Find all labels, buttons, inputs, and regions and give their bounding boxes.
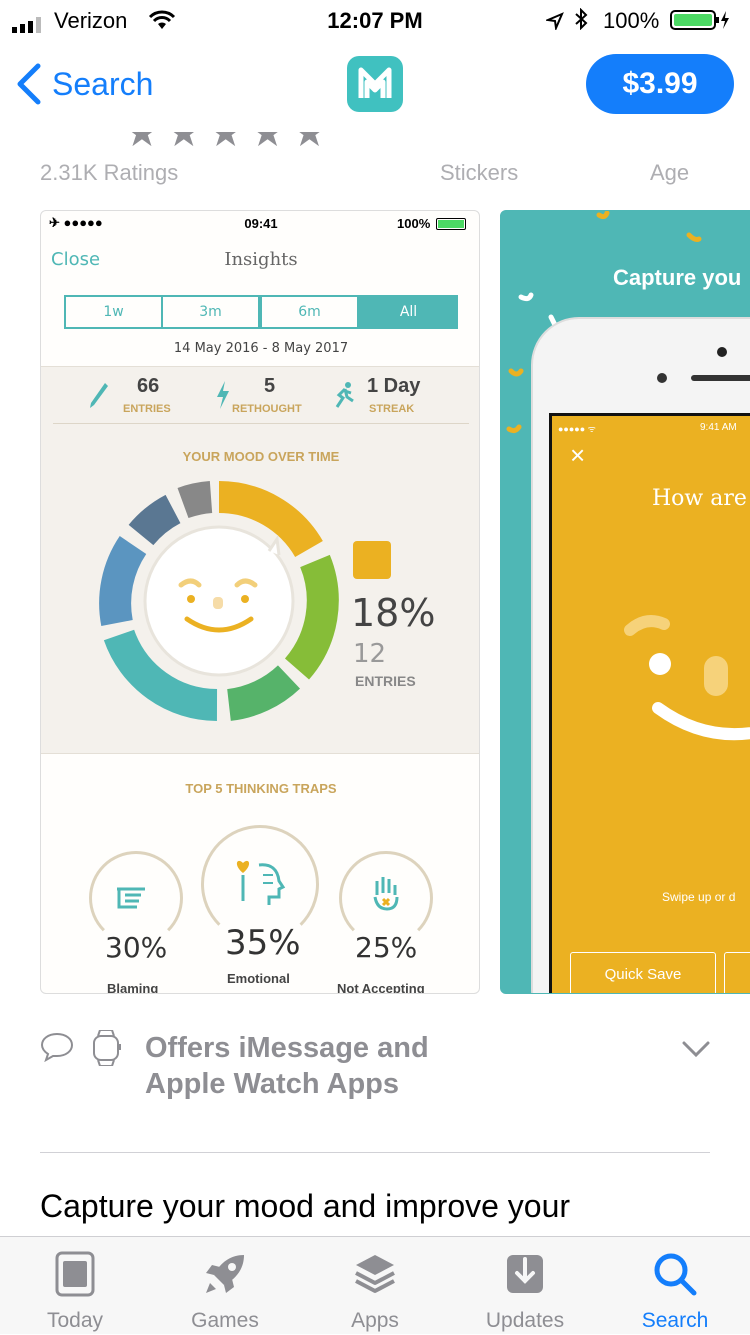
trap-emotional: 35% Emotional — [201, 825, 321, 993]
trap-percent: 35% — [225, 923, 301, 963]
phone-camera-dot — [717, 347, 727, 357]
search-icon — [654, 1253, 697, 1296]
stickers-label: Stickers — [440, 160, 519, 185]
mood-percent: 18% — [351, 591, 436, 635]
phone-speaker — [691, 375, 750, 381]
pointing-hand-icon — [115, 881, 155, 916]
date-range: 14 May 2016 - 8 May 2017 — [173, 341, 349, 356]
entries-count: 66 — [137, 375, 160, 397]
swipe-hint: Swipe up or d — [662, 890, 736, 904]
phone-signal: ●●●●● ᯤ — [558, 424, 596, 434]
mood-entries-label: ENTRIES — [355, 673, 416, 689]
today-icon — [55, 1251, 95, 1297]
raised-hand-icon — [371, 873, 401, 918]
age-label: Age — [650, 160, 690, 185]
phone-time: 9:41 AM — [700, 422, 737, 433]
trap-label: Blaming — [107, 981, 159, 994]
tab-games[interactable]: Games — [150, 1237, 300, 1335]
trap-percent: 25% — [355, 931, 418, 964]
layers-icon — [355, 1255, 395, 1293]
nav-bar: Search $3.99 — [0, 40, 750, 132]
screenshot-capture[interactable]: Capture you ●●●●● ᯤ 9:41 AM × How are y … — [500, 210, 750, 994]
status-bar: Verizon 12:07 PM 100% — [0, 0, 750, 40]
insights-title: Insights — [224, 249, 298, 270]
trap-blaming: 30% Blaming — [89, 851, 185, 994]
quick-save-button: Quick Save — [570, 952, 716, 993]
app-detail-content: 4.7 ★★★★★ 2.31K Ratings 22 Stickers 12+ … — [0, 100, 750, 1236]
tab-label: Today — [46, 1309, 104, 1332]
tab-updates[interactable]: Updates — [450, 1237, 600, 1335]
streak-label: STREAK — [369, 403, 415, 415]
back-label: Search — [52, 66, 154, 102]
segment-3m: 3m — [161, 295, 260, 329]
traps-title: TOP 5 THINKING TRAPS — [185, 781, 337, 796]
mood-title: YOUR MOOD OVER TIME — [182, 449, 340, 464]
rocket-icon — [206, 1255, 244, 1293]
tab-today[interactable]: Today — [0, 1237, 150, 1335]
mood-legend-swatch — [353, 541, 391, 579]
streak-count: 1 Day — [367, 375, 421, 397]
divider — [53, 423, 469, 424]
smiley-face-icon — [624, 615, 750, 741]
battery-percent: 100% — [603, 8, 660, 33]
apple-watch-icon — [93, 1030, 121, 1066]
rethought-label: RETHOUGHT — [232, 403, 302, 415]
battery-icon — [670, 9, 730, 37]
download-tray-icon — [507, 1255, 543, 1293]
trap-label: Emotional — [227, 971, 290, 986]
trap-label: Not Accepting — [337, 981, 425, 994]
mood-entries-count: 12 — [353, 639, 387, 669]
entries-label: ENTRIES — [123, 403, 171, 415]
chevron-down-icon[interactable] — [682, 1040, 710, 1058]
screenshot-insights[interactable]: ✈ ●●●●● 09:41 100% Close Insights 1w 3m … — [40, 210, 480, 994]
tab-label: Search — [641, 1309, 709, 1332]
tab-bar: Today Games Apps Updates Search — [0, 1236, 750, 1334]
lightning-icon — [215, 381, 231, 414]
rethought-count: 5 — [264, 375, 276, 397]
heart-head-icon — [233, 855, 289, 916]
phone-question: How are y — [652, 486, 750, 511]
rating-count: 2.31K Ratings — [40, 160, 179, 185]
runner-icon — [333, 381, 355, 414]
phone-close-icon: × — [570, 440, 586, 470]
mock-status-bar: ✈ ●●●●● 09:41 100% — [41, 211, 479, 237]
speech-bubble-icon — [40, 1032, 74, 1062]
trap-percent: 30% — [105, 931, 168, 964]
phone-camera — [657, 373, 667, 383]
tab-apps[interactable]: Apps — [300, 1237, 450, 1335]
segment-1w: 1w — [64, 295, 163, 329]
buy-button[interactable]: $3.99 — [586, 54, 734, 114]
tab-label: Apps — [351, 1309, 399, 1332]
tab-search[interactable]: Search — [600, 1237, 750, 1335]
section-divider — [40, 1152, 710, 1153]
pencil-icon — [87, 381, 109, 414]
capture-headline: Capture you — [613, 265, 742, 290]
mood-donut-chart — [99, 481, 339, 721]
mock-battery-icon — [436, 218, 466, 230]
mock-status-battery: 100% — [397, 216, 431, 231]
imessage-text-line1: Offers iMessage and — [145, 1032, 429, 1064]
app-icon — [347, 56, 403, 112]
description-text: Capture your mood and improve your — [40, 1188, 571, 1224]
secondary-button — [724, 952, 750, 993]
stats-panel: 66 ENTRIES 5 RETHOUGHT 1 Day STREAK YOUR… — [41, 366, 479, 754]
imessage-text-line2: Apple Watch Apps — [145, 1068, 400, 1100]
chevron-left-icon — [17, 63, 41, 105]
phone-mockup: ●●●●● ᯤ 9:41 AM × How are y Swipe up or … — [531, 317, 750, 993]
phone-screen: ●●●●● ᯤ 9:41 AM × How are y Swipe up or … — [549, 413, 750, 993]
tab-label: Updates — [485, 1309, 565, 1332]
trap-not-accepting: 25% Not Accepting — [337, 851, 457, 994]
imessage-watch-row[interactable]: Offers iMessage and Apple Watch Apps — [40, 1028, 720, 1118]
tab-label: Games — [191, 1309, 259, 1332]
back-button[interactable]: Search — [16, 62, 176, 106]
segment-all: All — [359, 295, 458, 329]
bluetooth-icon — [574, 7, 588, 36]
segment-6m: 6m — [260, 295, 359, 329]
location-arrow-icon — [544, 10, 564, 36]
